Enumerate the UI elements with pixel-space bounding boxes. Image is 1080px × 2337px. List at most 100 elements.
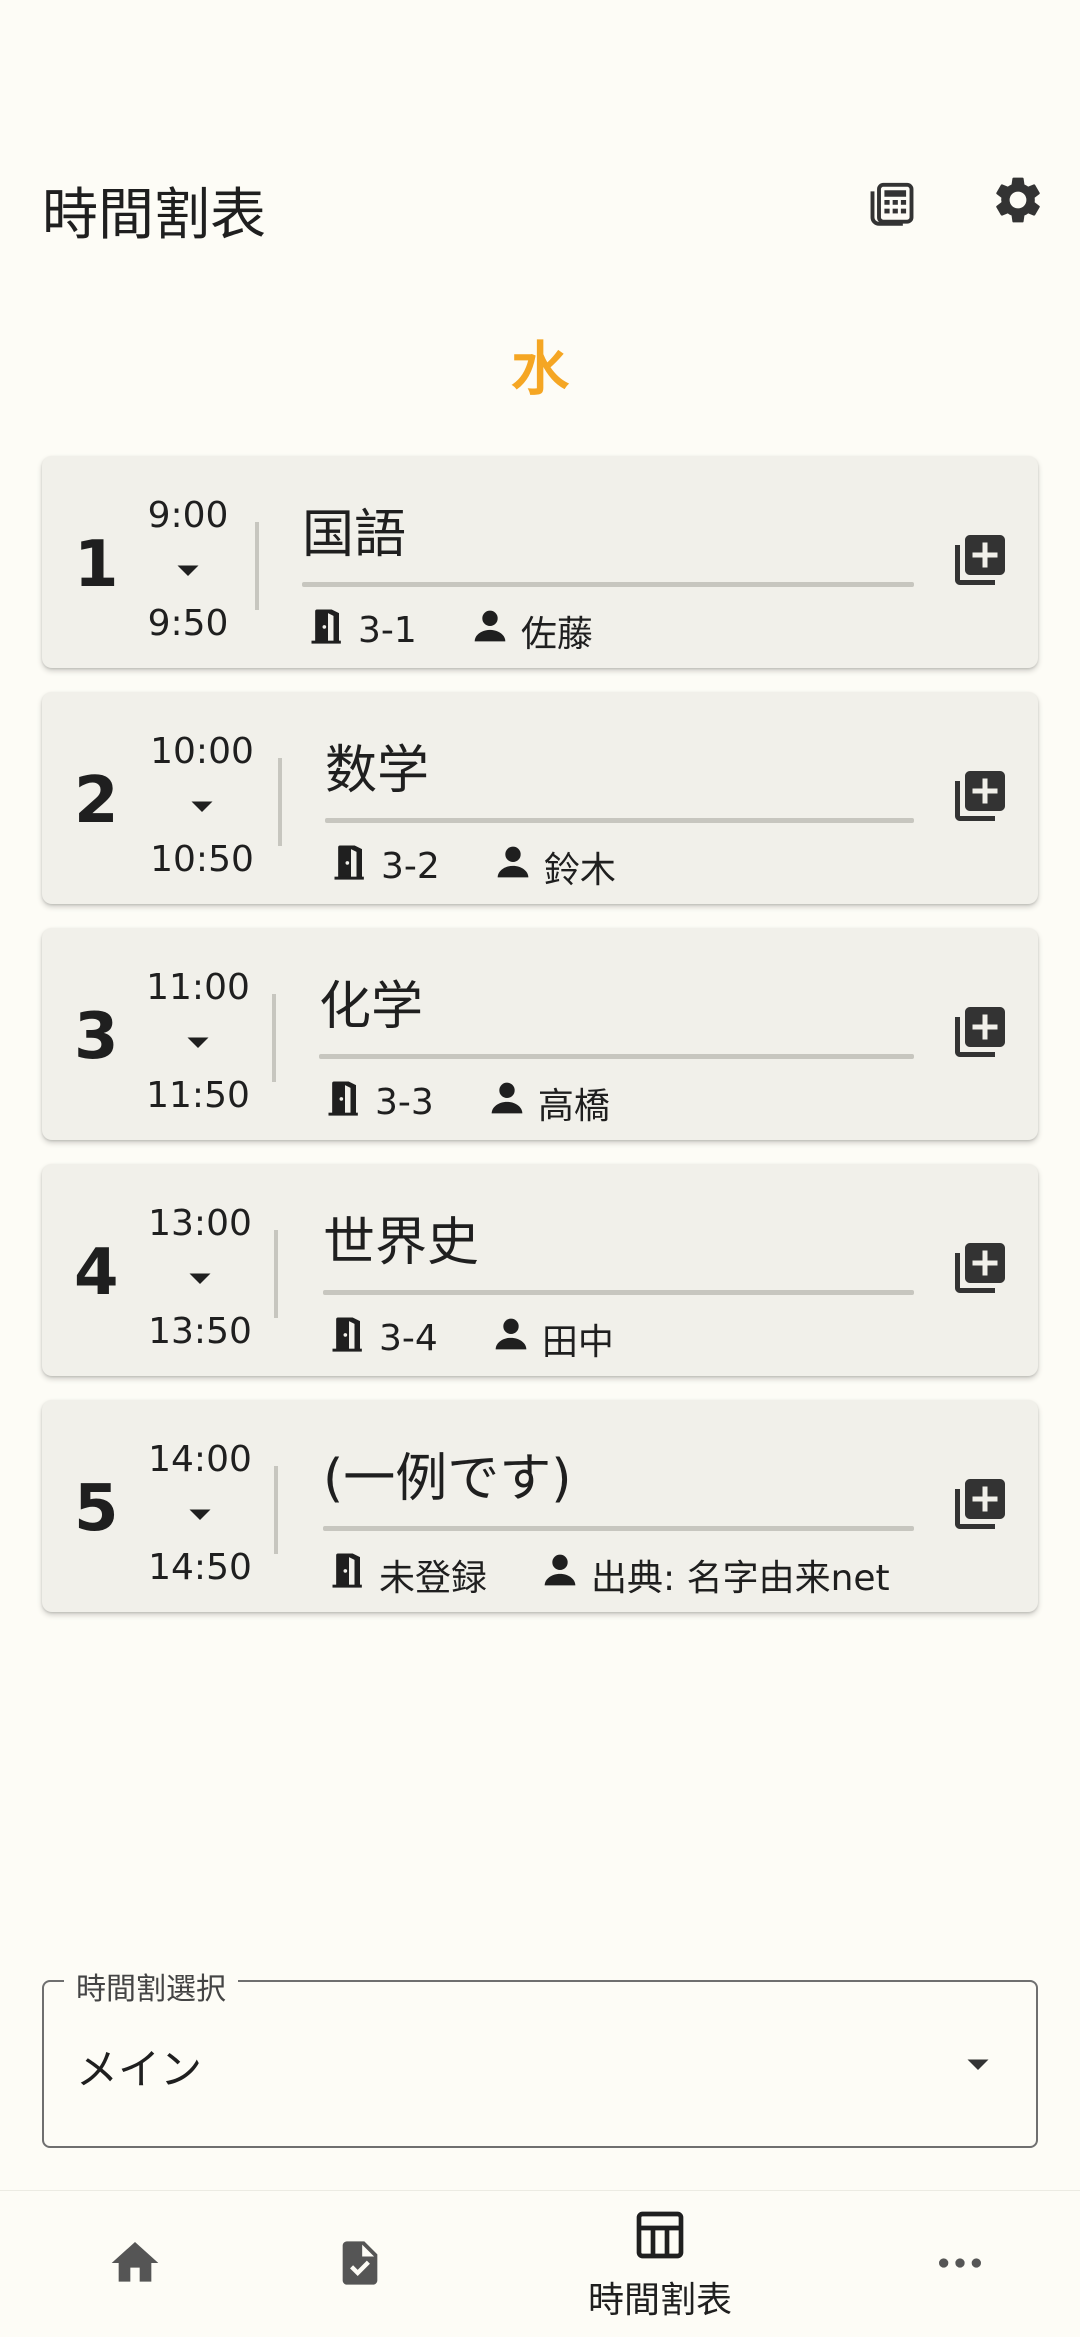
person-icon <box>484 1075 538 1130</box>
period-number: 3 <box>74 1000 119 1074</box>
person-icon <box>537 1547 591 1602</box>
door-icon <box>329 838 381 895</box>
time-range[interactable]: 13:00 13:50 <box>130 1200 270 1356</box>
end-time: 14:50 <box>148 1547 252 1588</box>
person-icon <box>467 603 521 658</box>
room-info: 3-2 <box>329 838 440 895</box>
period-meta: 未登録 出典: 名字由来net <box>327 1546 940 1603</box>
calculator-icon <box>866 174 918 230</box>
subject-underline <box>323 1290 914 1295</box>
divider <box>255 522 259 610</box>
room-info: 3-3 <box>323 1074 434 1131</box>
time-range[interactable]: 10:00 10:50 <box>132 728 272 884</box>
teacher-info: 鈴木 <box>490 839 616 894</box>
time-range[interactable]: 9:00 9:50 <box>118 492 258 648</box>
copy-add-button[interactable] <box>950 768 1010 828</box>
timetable-select-label: 時間割選択 <box>64 1964 238 2008</box>
chevron-down-icon <box>130 1248 270 1308</box>
period-meta: 3-3 高橋 <box>323 1074 660 1131</box>
nav-timetable-label: 時間割表 <box>587 2279 732 2321</box>
bottom-navigation: 時間割表 <box>0 2190 1080 2337</box>
room-number: 3-1 <box>358 610 417 651</box>
room-number: 3-2 <box>381 846 440 887</box>
start-time: 9:00 <box>147 495 229 536</box>
subject-name[interactable]: (一例です) <box>323 1436 572 1511</box>
room-info: 3-1 <box>306 602 417 659</box>
period-number: 5 <box>74 1472 119 1546</box>
day-of-week: 水 <box>510 335 569 403</box>
subject-name[interactable]: 世界史 <box>323 1200 479 1275</box>
door-icon <box>327 1546 379 1603</box>
period-meta: 3-1 佐藤 <box>306 602 643 659</box>
teacher-name: 田中 <box>541 1321 614 1363</box>
page-title: 時間割表 <box>42 183 266 248</box>
start-time: 10:00 <box>150 731 254 772</box>
period-number: 2 <box>74 764 119 838</box>
teacher-info: 佐藤 <box>467 603 593 658</box>
home-icon <box>107 2235 163 2295</box>
copy-add-button[interactable] <box>950 1476 1010 1536</box>
nav-tasks[interactable] <box>225 2191 495 2337</box>
room-number: 3-3 <box>375 1082 434 1123</box>
subject-underline <box>302 582 914 587</box>
teacher-name: 出典: 名字由来net <box>591 1557 890 1599</box>
app-bar: 時間割表 <box>0 150 1080 260</box>
period-number: 4 <box>74 1236 119 1310</box>
door-icon <box>327 1310 379 1367</box>
start-time: 13:00 <box>148 1203 252 1244</box>
room-info: 未登録 <box>327 1546 487 1603</box>
library-add-icon <box>950 766 1010 830</box>
period-card[interactable]: 4 13:00 13:50 世界史 3-4 田中 <box>42 1164 1038 1376</box>
time-range[interactable]: 11:00 11:50 <box>128 964 268 1120</box>
settings-button[interactable] <box>978 162 1058 242</box>
copy-add-button[interactable] <box>950 1240 1010 1300</box>
library-add-icon <box>950 1002 1010 1066</box>
end-time: 10:50 <box>150 839 254 880</box>
end-time: 9:50 <box>147 603 229 644</box>
chevron-down-icon <box>128 1012 268 1072</box>
teacher-info: 高橋 <box>484 1075 610 1130</box>
period-card[interactable]: 3 11:00 11:50 化学 3-3 高橋 <box>42 928 1038 1140</box>
room-number: 3-4 <box>379 1318 438 1359</box>
period-card[interactable]: 1 9:00 9:50 国語 3-1 佐藤 <box>42 456 1038 668</box>
teacher-info: 出典: 名字由来net <box>537 1547 890 1602</box>
library-add-icon <box>950 1238 1010 1302</box>
chevron-down-icon <box>130 1484 270 1544</box>
copy-add-button[interactable] <box>950 1004 1010 1064</box>
timetable-select-value: メイン <box>76 2045 203 2094</box>
divider <box>274 1230 278 1318</box>
period-meta: 3-2 鈴木 <box>329 838 666 895</box>
more-icon <box>932 2235 988 2295</box>
person-icon <box>490 839 544 894</box>
end-time: 11:50 <box>146 1075 250 1116</box>
subject-underline <box>319 1054 914 1059</box>
subject-name[interactable]: 数学 <box>325 728 429 803</box>
end-time: 13:50 <box>148 1311 252 1352</box>
teacher-name: 佐藤 <box>520 613 593 655</box>
teacher-name: 鈴木 <box>543 849 616 891</box>
time-range[interactable]: 14:00 14:50 <box>130 1436 270 1592</box>
divider <box>278 758 282 846</box>
door-icon <box>306 602 358 659</box>
teacher-name: 高橋 <box>537 1085 610 1127</box>
subject-underline <box>325 818 914 823</box>
start-time: 14:00 <box>148 1439 252 1480</box>
subject-underline <box>323 1526 914 1531</box>
timetable-select[interactable]: 時間割選択 メイン <box>42 1964 1038 2148</box>
subject-name[interactable]: 国語 <box>302 492 406 567</box>
period-card[interactable]: 2 10:00 10:50 数学 3-2 鈴木 <box>42 692 1038 904</box>
divider <box>274 1466 278 1554</box>
copy-add-button[interactable] <box>950 532 1010 592</box>
start-time: 11:00 <box>146 967 250 1008</box>
period-number: 1 <box>74 528 119 602</box>
nav-timetable[interactable]: 時間割表 <box>525 2191 795 2337</box>
room-number: 未登録 <box>379 1557 488 1599</box>
period-card[interactable]: 5 14:00 14:50 (一例です) 未登録 出典: 名字由来net <box>42 1400 1038 1612</box>
period-meta: 3-4 田中 <box>327 1310 664 1367</box>
person-icon <box>488 1311 542 1366</box>
subject-name[interactable]: 化学 <box>319 964 423 1039</box>
nav-more[interactable] <box>825 2191 1080 2337</box>
calculator-button[interactable] <box>852 162 932 242</box>
divider <box>272 994 276 1082</box>
task-document-icon <box>334 2237 386 2293</box>
